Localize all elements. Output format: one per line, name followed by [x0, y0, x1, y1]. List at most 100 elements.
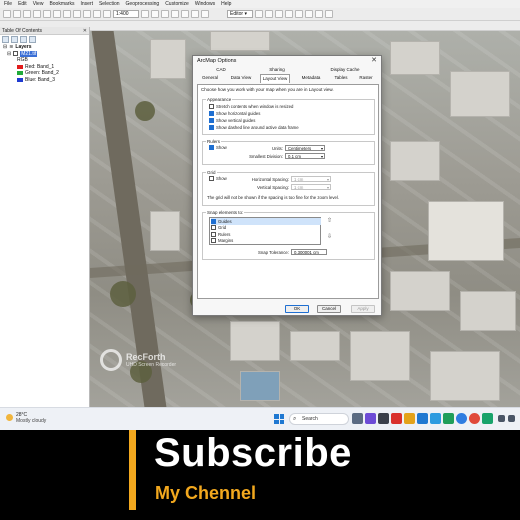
tab-layout-view[interactable]: Layout View: [260, 74, 290, 83]
app-icon[interactable]: [482, 413, 493, 424]
menu-bookmarks[interactable]: Bookmarks: [49, 0, 74, 8]
tab-data-view[interactable]: Data View: [228, 74, 254, 82]
ok-button[interactable]: OK: [285, 305, 309, 313]
redo-icon[interactable]: [93, 10, 101, 18]
menu-edit[interactable]: Edit: [18, 0, 27, 8]
move-down-icon[interactable]: ⇩: [327, 233, 332, 240]
list-by-visibility-icon[interactable]: [20, 36, 27, 43]
checkbox[interactable]: [211, 231, 216, 237]
menu-help[interactable]: Help: [221, 0, 231, 8]
arctoolbox-icon[interactable]: [181, 10, 189, 18]
checkbox[interactable]: [211, 218, 216, 224]
menu-windows[interactable]: Windows: [195, 0, 215, 8]
sketch-properties-icon[interactable]: [325, 10, 333, 18]
tab-metadata[interactable]: Metadata: [297, 74, 325, 82]
option-show-rulers[interactable]: Show: [209, 145, 227, 150]
print-icon[interactable]: [33, 10, 41, 18]
store-icon[interactable]: [430, 413, 441, 424]
edit-tool-icon[interactable]: [255, 10, 263, 18]
checkbox[interactable]: [211, 225, 216, 231]
checkbox[interactable]: [209, 104, 214, 109]
search-window-icon[interactable]: [171, 10, 179, 18]
apply-button[interactable]: Apply: [351, 305, 375, 313]
checkbox[interactable]: [211, 238, 216, 244]
expand-icon[interactable]: ⊟: [7, 51, 11, 58]
close-icon[interactable]: ✕: [371, 56, 377, 66]
menu-view[interactable]: View: [33, 0, 44, 8]
undo-icon[interactable]: [83, 10, 91, 18]
list-by-source-icon[interactable]: [11, 36, 18, 43]
split-icon[interactable]: [305, 10, 313, 18]
checkbox[interactable]: [209, 118, 214, 123]
option-show-grid[interactable]: Show: [209, 176, 227, 181]
checkbox[interactable]: [209, 125, 214, 130]
app-icon[interactable]: [391, 413, 402, 424]
mail-icon[interactable]: [417, 413, 428, 424]
edit-annotation-icon[interactable]: [265, 10, 273, 18]
attributes-icon[interactable]: [315, 10, 323, 18]
editor-toolbar-icon[interactable]: [141, 10, 149, 18]
tab-tables[interactable]: Tables: [331, 74, 351, 82]
system-tray-icon[interactable]: [508, 415, 515, 422]
appearance-label: Appearance: [206, 97, 233, 102]
teams-icon[interactable]: [365, 413, 376, 424]
tab-sharing[interactable]: Sharing: [265, 66, 289, 74]
add-data-icon[interactable]: [103, 10, 111, 18]
save-icon[interactable]: [23, 10, 31, 18]
table-of-contents-icon[interactable]: [151, 10, 159, 18]
open-icon[interactable]: [13, 10, 21, 18]
modelbuilder-icon[interactable]: [201, 10, 209, 18]
smallest-division-select[interactable]: 0.1 cm ▾: [285, 153, 325, 159]
map-scale-select[interactable]: 1:400: [113, 10, 139, 18]
vertical-spacing-select[interactable]: 1 cm ▾: [291, 184, 331, 190]
snap-elements-list[interactable]: Guides Grid Rulers Margins: [209, 217, 321, 245]
checkbox[interactable]: [209, 145, 214, 150]
list-by-selection-icon[interactable]: [29, 36, 36, 43]
catalog-icon[interactable]: [161, 10, 169, 18]
cut-icon[interactable]: [43, 10, 51, 18]
close-icon[interactable]: ✕: [83, 27, 87, 35]
snap-tolerance-input[interactable]: 0.300001 cm: [291, 249, 327, 255]
app-icon[interactable]: [443, 413, 454, 424]
units-select[interactable]: Centimeters ▾: [285, 145, 325, 151]
copy-icon[interactable]: [53, 10, 61, 18]
menu-customize[interactable]: Customize: [165, 0, 189, 8]
edge-icon[interactable]: [456, 413, 467, 424]
tab-display-cache[interactable]: Display Cache: [325, 66, 365, 74]
taskbar-search-box[interactable]: ⌕ Search: [289, 413, 349, 425]
task-view-icon[interactable]: [352, 413, 363, 424]
paste-icon[interactable]: [63, 10, 71, 18]
tab-cad[interactable]: CAD: [209, 66, 233, 74]
move-up-icon[interactable]: ⇧: [327, 217, 332, 224]
layer-visibility-checkbox[interactable]: [13, 51, 19, 57]
horizontal-spacing-select[interactable]: 1 cm ▾: [291, 176, 331, 182]
list-by-drawing-order-icon[interactable]: [2, 36, 9, 43]
option-horizontal-guides[interactable]: Show horizontal guides: [209, 111, 260, 116]
snap-item-margins[interactable]: Margins: [211, 238, 321, 245]
editor-menu[interactable]: Editor ▾: [227, 10, 253, 18]
weather-widget[interactable]: 28°C Mostly cloudy: [6, 412, 46, 424]
new-icon[interactable]: [3, 10, 11, 18]
tab-raster[interactable]: Raster: [356, 74, 376, 82]
system-tray-icon[interactable]: [498, 415, 505, 422]
app-icon[interactable]: [378, 413, 389, 424]
option-dashed-line[interactable]: Show dashed line around active data fram…: [209, 125, 299, 130]
checkbox[interactable]: [209, 176, 214, 181]
menu-geoprocessing[interactable]: Geoprocessing: [126, 0, 160, 8]
reshape-icon[interactable]: [295, 10, 303, 18]
windows-start-icon[interactable]: [274, 414, 284, 424]
trace-icon[interactable]: [285, 10, 293, 18]
option-vertical-guides[interactable]: Show vertical guides: [209, 118, 255, 123]
chrome-icon[interactable]: [469, 413, 480, 424]
menu-selection[interactable]: Selection: [99, 0, 120, 8]
menu-file[interactable]: File: [4, 0, 12, 8]
python-icon[interactable]: [191, 10, 199, 18]
cancel-button[interactable]: Cancel: [317, 305, 341, 313]
option-stretch-contents[interactable]: Stretch contents when window is resized: [209, 104, 293, 109]
delete-icon[interactable]: [73, 10, 81, 18]
straight-segment-icon[interactable]: [275, 10, 283, 18]
tab-general[interactable]: General: [199, 74, 221, 82]
menu-insert[interactable]: Insert: [80, 0, 93, 8]
checkbox[interactable]: [209, 111, 214, 116]
file-explorer-icon[interactable]: [404, 413, 415, 424]
